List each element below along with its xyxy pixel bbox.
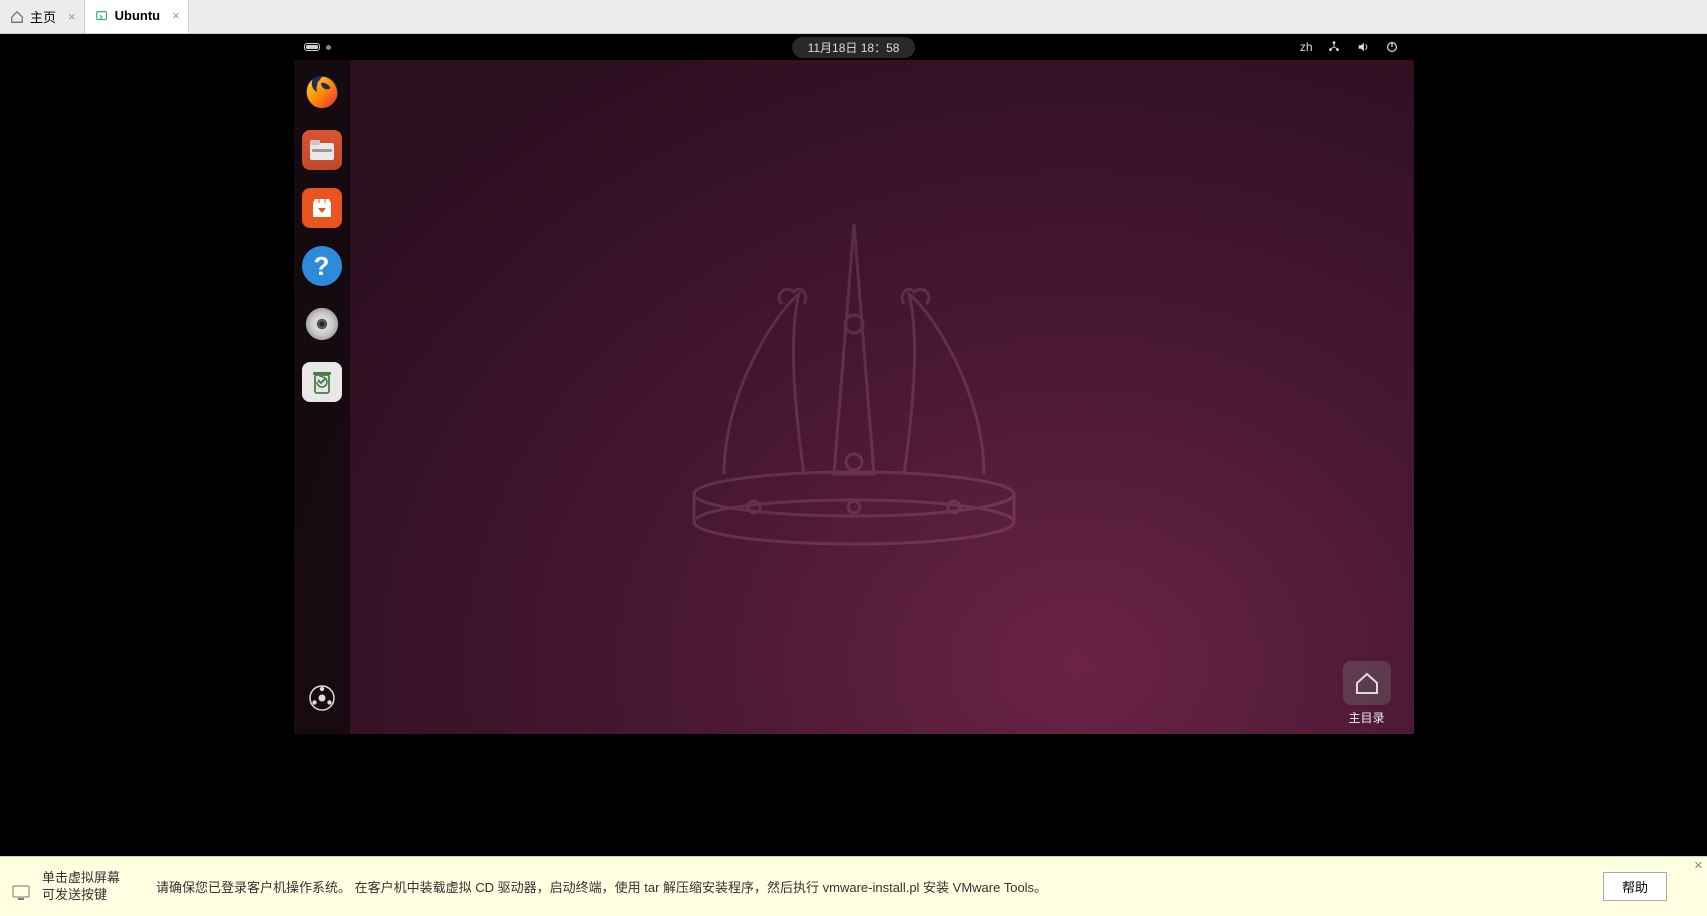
vmware-notification-bar: 单击虚拟屏幕 可发送按键 请确保您已登录客户机操作系统。 在客户机中装载虚拟 C… <box>0 856 1707 916</box>
activities-area[interactable] <box>294 43 331 51</box>
dock-trash[interactable] <box>302 362 342 402</box>
home-folder-icon <box>1343 661 1391 705</box>
ubuntu-dock: ? <box>294 60 350 734</box>
screen-click-icon <box>12 868 32 905</box>
tab-home-label: 主页 <box>30 7 56 26</box>
tab-ubuntu[interactable]: Ubuntu × <box>85 0 189 33</box>
close-icon[interactable]: × <box>68 9 76 24</box>
help-button[interactable]: 帮助 <box>1603 872 1667 901</box>
ubuntu-desktop[interactable]: 11月18日 18：58 zh <box>294 34 1414 734</box>
status-area[interactable]: zh <box>1300 40 1414 55</box>
power-icon <box>1385 40 1400 55</box>
dock-files[interactable] <box>302 130 342 170</box>
datetime-label: 11月18日 18：58 <box>808 41 900 55</box>
tab-ubuntu-label: Ubuntu <box>115 8 160 23</box>
click-hint-text: 单击虚拟屏幕 可发送按键 <box>42 870 120 903</box>
notification-close-icon[interactable]: ✕ <box>1694 859 1703 872</box>
vm-viewport[interactable]: 11月18日 18：58 zh <box>0 34 1707 856</box>
gnome-top-panel: 11月18日 18：58 zh <box>294 34 1414 60</box>
show-apps-button[interactable] <box>300 676 344 720</box>
tab-home[interactable]: 主页 × <box>0 0 85 33</box>
home-icon <box>10 10 24 24</box>
vmware-tab-bar: 主页 × Ubuntu × <box>0 0 1707 34</box>
volume-icon <box>1356 40 1371 55</box>
notification-message: 请确保您已登录客户机操作系统。 在客户机中装载虚拟 CD 驱动器，启动终端，使用… <box>132 877 1047 896</box>
close-icon[interactable]: × <box>172 8 180 23</box>
workspace-dot-icon <box>326 45 331 50</box>
input-method-label: zh <box>1300 40 1313 54</box>
dock-disc[interactable] <box>302 304 342 344</box>
question-icon: ? <box>314 251 330 282</box>
dock-software[interactable] <box>302 188 342 228</box>
vm-icon <box>95 9 109 23</box>
wallpaper-crown-icon <box>634 204 1074 564</box>
network-icon <box>1327 40 1342 55</box>
desktop-home-folder[interactable]: 主目录 <box>1334 661 1400 726</box>
home-folder-label: 主目录 <box>1348 709 1384 726</box>
dock-firefox[interactable] <box>302 72 342 112</box>
datetime-pill[interactable]: 11月18日 18：58 <box>792 37 916 58</box>
dock-help[interactable]: ? <box>302 246 342 286</box>
activities-indicator <box>304 43 320 51</box>
